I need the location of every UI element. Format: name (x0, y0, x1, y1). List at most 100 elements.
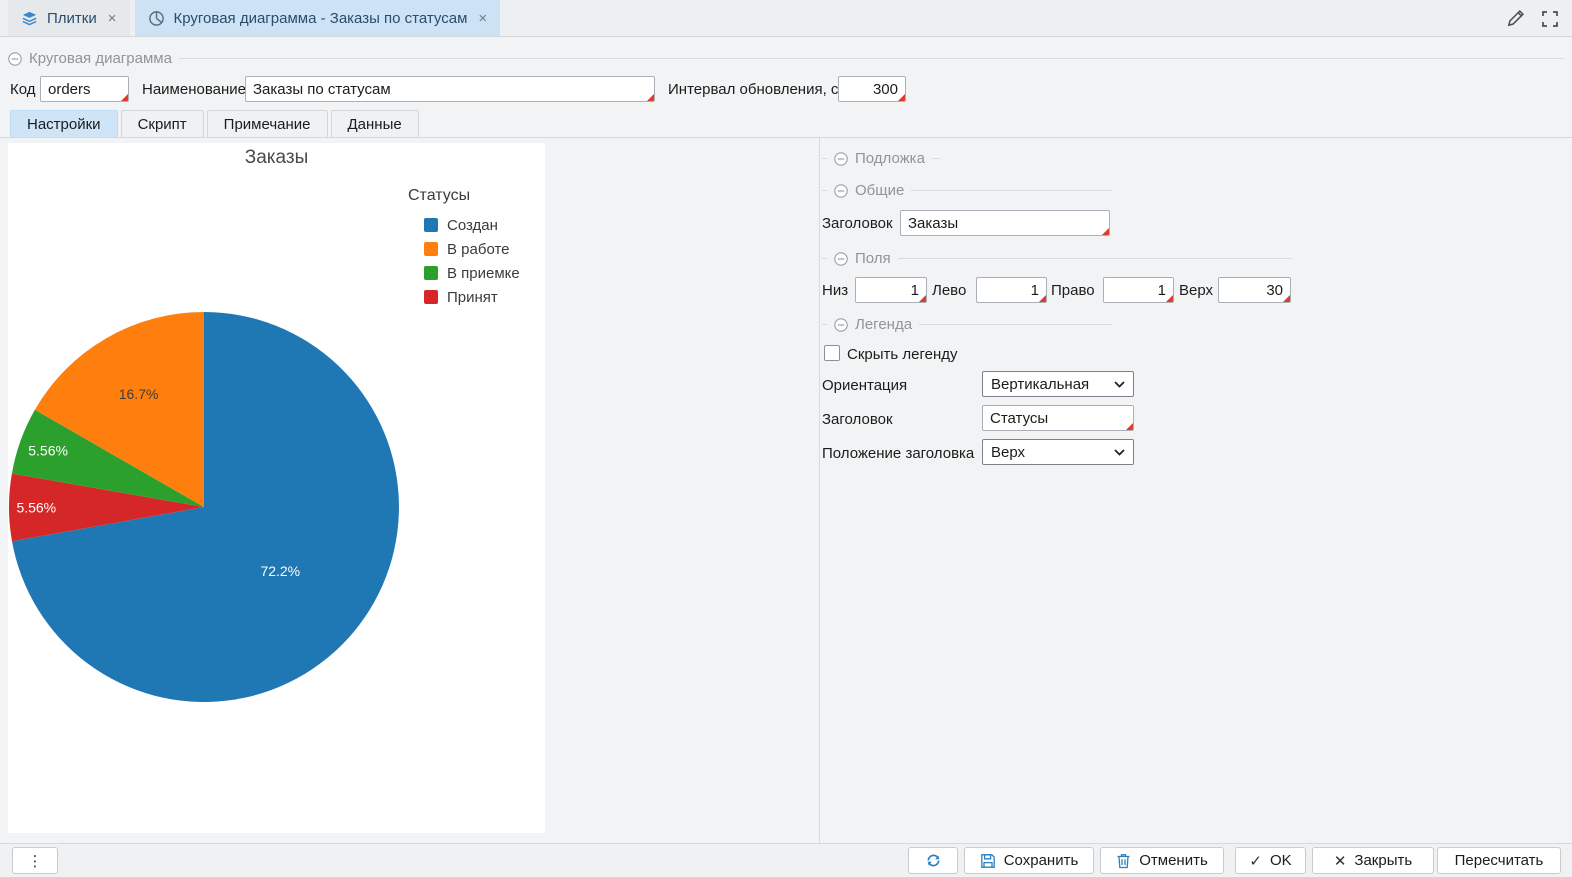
margin-right-label: Право (1051, 282, 1095, 300)
title-position-label: Положение заголовка (822, 445, 974, 463)
legend-title-label: Заголовок (822, 411, 893, 429)
orientation-value: Вертикальная (991, 376, 1089, 393)
window-corner-icons (1505, 8, 1560, 33)
window-tabbar: Плитки × Круговая диаграмма - Заказы по … (0, 0, 1572, 37)
margin-right-field (1103, 277, 1174, 303)
legend-swatch (424, 218, 438, 232)
hide-legend-checkbox[interactable] (824, 345, 840, 361)
form-section-header: Круговая диаграмма (8, 50, 1564, 67)
tab-label: Данные (348, 116, 402, 133)
refresh-button[interactable] (908, 847, 958, 874)
legend-item[interactable]: В работе (408, 237, 520, 261)
hide-legend-label: Скрыть легенду (847, 346, 958, 364)
name-input[interactable] (246, 77, 654, 101)
legend-swatch (424, 242, 438, 256)
orientation-select[interactable]: Вертикальная (982, 371, 1134, 397)
group-general-header: Общие (822, 182, 1112, 199)
legend-title-input[interactable] (983, 406, 1133, 430)
save-icon (980, 853, 996, 869)
collapse-icon[interactable] (834, 152, 848, 166)
collapse-icon[interactable] (834, 252, 848, 266)
orientation-label: Ориентация (822, 377, 907, 395)
collapse-icon[interactable] (834, 318, 848, 332)
title-position-value: Верх (991, 444, 1025, 461)
recalculate-button[interactable]: Пересчитать (1437, 847, 1561, 874)
ok-button[interactable]: ✓ OK (1235, 847, 1306, 874)
tab-label: Скрипт (138, 116, 187, 133)
margin-top-input[interactable] (1219, 278, 1290, 302)
more-button[interactable]: ⋮ (12, 847, 58, 874)
chart-title-input[interactable] (901, 211, 1109, 235)
tab-note[interactable]: Примечание (207, 110, 328, 138)
margin-left-field (976, 277, 1047, 303)
more-icon: ⋮ (28, 852, 43, 870)
edit-icon[interactable] (1505, 8, 1526, 33)
layers-icon (21, 10, 38, 27)
collapse-icon[interactable] (8, 52, 22, 66)
close-icon[interactable]: × (108, 10, 117, 27)
interval-field (838, 76, 906, 102)
legend-title: Статусы (408, 187, 520, 205)
legend-label: Создан (447, 217, 498, 234)
group-label: Общие (855, 182, 904, 199)
tab-data[interactable]: Данные (331, 110, 419, 138)
save-button[interactable]: Сохранить (964, 847, 1094, 874)
trash-icon (1116, 853, 1131, 869)
window-tab-tiles[interactable]: Плитки × (8, 0, 130, 36)
margin-bottom-field (855, 277, 927, 303)
chart-title-label: Заголовок (822, 215, 893, 233)
interval-input[interactable] (839, 77, 905, 101)
legend-label: В приемке (447, 265, 520, 282)
legend-swatch (424, 266, 438, 280)
close-button[interactable]: ✕ Закрыть (1312, 847, 1434, 874)
legend-item[interactable]: В приемке (408, 261, 520, 285)
close-label: Закрыть (1354, 852, 1412, 869)
margin-bottom-input[interactable] (856, 278, 926, 302)
fullscreen-icon[interactable] (1540, 9, 1560, 33)
ok-label: OK (1270, 852, 1292, 869)
group-legend-header: Легенда (822, 316, 1112, 333)
tab-script[interactable]: Скрипт (121, 110, 204, 138)
form-section-title: Круговая диаграмма (29, 50, 172, 67)
legend-title-field (982, 405, 1134, 431)
window-tab-pie-chart[interactable]: Круговая диаграмма - Заказы по статусам … (135, 0, 501, 36)
name-field (245, 76, 655, 102)
check-icon: ✓ (1249, 852, 1262, 870)
collapse-icon[interactable] (834, 184, 848, 198)
pie-chart-icon (148, 10, 165, 27)
legend-item[interactable]: Принят (408, 285, 520, 309)
tab-label: Примечание (224, 116, 311, 133)
chart-title-field (900, 210, 1110, 236)
window-tab-label: Плитки (47, 10, 97, 27)
pie-percent-label: 5.56% (28, 443, 68, 459)
save-label: Сохранить (1004, 852, 1079, 869)
panel-divider (819, 138, 820, 843)
group-margins-header: Поля (822, 250, 1292, 267)
window-tab-label: Круговая диаграмма - Заказы по статусам (174, 10, 468, 27)
pie-percent-label: 72.2% (260, 563, 300, 579)
group-label: Подложка (855, 150, 925, 167)
refresh-icon (925, 852, 942, 869)
cancel-button[interactable]: Отменить (1100, 847, 1224, 874)
legend-item[interactable]: Создан (408, 213, 520, 237)
tab-label: Настройки (27, 116, 101, 133)
group-label: Легенда (855, 316, 912, 333)
code-input[interactable] (41, 77, 128, 101)
bottom-toolbar: ⋮ Сохранить Отменить ✓ OK ✕ Закрыть Пере… (0, 843, 1572, 877)
chart-preview: Заказы 72.2%5.56%5.56%16.7% Статусы Созд… (8, 143, 545, 833)
margin-left-input[interactable] (977, 278, 1046, 302)
tabstrip-divider (0, 137, 1572, 138)
cancel-label: Отменить (1139, 852, 1208, 869)
group-label: Поля (855, 250, 891, 267)
close-icon: ✕ (1334, 852, 1347, 870)
chevron-down-icon (1114, 449, 1125, 456)
legend-label: В работе (447, 241, 510, 258)
chart-legend: Статусы Создан В работе В приемке Принят (408, 187, 520, 309)
close-icon[interactable]: × (478, 10, 487, 27)
chevron-down-icon (1114, 381, 1125, 388)
name-label: Наименование (142, 81, 246, 99)
margin-right-input[interactable] (1104, 278, 1173, 302)
title-position-select[interactable]: Верх (982, 439, 1134, 465)
tab-settings[interactable]: Настройки (10, 110, 118, 138)
group-background-header: Подложка (822, 150, 940, 167)
